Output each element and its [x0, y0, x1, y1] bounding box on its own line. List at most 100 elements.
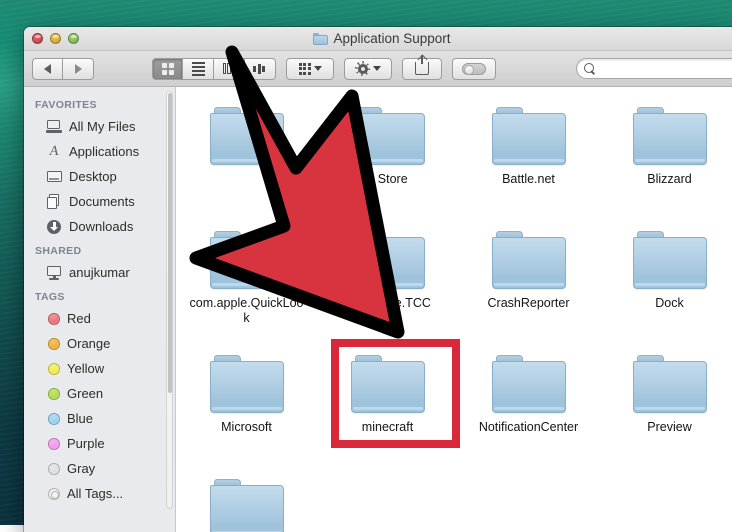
action-button[interactable] [344, 57, 392, 80]
folder-icon [209, 231, 284, 289]
sidebar-item-downloads[interactable]: Downloads [24, 214, 175, 239]
sidebar-section-header: FAVORITES [35, 99, 97, 111]
tag-dot-blue [48, 412, 60, 425]
sidebar-item-anujkumar[interactable]: anujkumar [24, 260, 175, 285]
chevron-down-icon [313, 66, 322, 71]
folder-icon [350, 107, 425, 165]
file-name-label: Blizzard [647, 172, 692, 186]
file-grid-area[interactable]: p Store Battle.net Blizzard com.apple.Quick… [176, 87, 732, 532]
sidebar-item-applications[interactable]: A Applications [24, 139, 175, 164]
sidebar-item-purple[interactable]: Purple [24, 431, 175, 456]
search-input[interactable] [600, 62, 730, 75]
file-item-com-apple-tcc[interactable]: com.apple.TCC [317, 225, 458, 349]
view-mode-buttons [152, 57, 276, 80]
sidebar-item-label: Blue [67, 411, 94, 426]
folder-icon [209, 479, 284, 532]
tag-dot-yellow [48, 362, 60, 375]
coverflow-icon [253, 63, 267, 74]
search-container [576, 58, 732, 79]
sidebar-item-documents[interactable]: Documents [24, 189, 175, 214]
folder-icon [491, 231, 566, 289]
file-item [458, 473, 599, 532]
all-tags-icon [48, 487, 60, 500]
file-item-dock[interactable]: Dock [599, 225, 732, 349]
tag-dot-gray [48, 462, 60, 475]
window-titlebar[interactable]: Application Support [24, 27, 732, 51]
tag-dot-orange [48, 337, 60, 350]
file-item-com-apple-quicklook[interactable]: com.apple.QuickLook [176, 225, 317, 349]
sidebar-item-label: Desktop [69, 169, 117, 184]
file-name-label: Microsoft [221, 420, 272, 434]
sidebar-scrollbar[interactable] [166, 91, 173, 509]
window-body: FAVORITES All My Files A Applications Deskto… [24, 87, 732, 532]
file-item-notificationcenter[interactable]: NotificationCenter [458, 349, 599, 473]
columns-icon [222, 63, 236, 74]
chevron-right-icon [74, 63, 82, 74]
sidebar-item-green[interactable]: Green [24, 381, 175, 406]
arrange-icon [298, 62, 311, 75]
sidebar-item-all-my-files[interactable]: All My Files [24, 114, 175, 139]
share-button[interactable] [402, 55, 442, 80]
sidebar-section-header: SHARED [35, 245, 82, 257]
tag-dot-red [48, 312, 60, 325]
sidebar-item-desktop[interactable]: Desktop [24, 164, 175, 189]
finder-window: Application Support FAVORITES All My Fil… [24, 27, 732, 532]
sidebar-section-header: TAGS [35, 291, 65, 303]
shared-computer-icon [46, 265, 62, 280]
search-field[interactable] [576, 58, 732, 79]
file-name-label: Preview [647, 420, 692, 434]
coverflow-view-button[interactable] [245, 57, 276, 80]
sidebar-item-yellow[interactable]: Yellow [24, 356, 175, 381]
sidebar-item-label: Gray [67, 461, 96, 476]
folder-icon [491, 355, 566, 413]
sidebar-item-label: All Tags... [67, 486, 124, 501]
icon-view-button[interactable] [152, 57, 183, 80]
file-item-preview[interactable]: Preview [599, 349, 732, 473]
sidebar-item-label: All My Files [69, 119, 136, 134]
sidebar-scrollbar-thumb[interactable] [168, 93, 172, 393]
sidebar-item-label: Yellow [67, 361, 105, 376]
file-item[interactable] [176, 473, 317, 532]
sidebar-item-label: Green [67, 386, 104, 401]
back-button[interactable] [32, 57, 63, 80]
maximize-button[interactable] [68, 33, 79, 44]
close-button[interactable] [32, 33, 43, 44]
file-item-minecraft[interactable]: minecraft [317, 349, 458, 473]
column-view-button[interactable] [214, 57, 245, 80]
file-item-p-store[interactable]: p Store [317, 101, 458, 225]
sidebar-item-label: Downloads [69, 219, 134, 234]
edit-tags-button[interactable] [452, 57, 496, 80]
finder-sidebar: FAVORITES All My Files A Applications Deskto… [24, 87, 176, 532]
sidebar-item-label: Applications [69, 144, 140, 159]
sidebar-item-blue[interactable]: Blue [24, 406, 175, 431]
tag-toggle-icon [462, 62, 486, 75]
file-item-battle-net[interactable]: Battle.net [458, 101, 599, 225]
sidebar-item-gray[interactable]: Gray [24, 456, 175, 481]
file-item-microsoft[interactable]: Microsoft [176, 349, 317, 473]
forward-button[interactable] [63, 57, 94, 80]
sidebar-item-label: Red [67, 311, 91, 326]
arrange-button[interactable] [286, 57, 334, 80]
folder-icon [632, 231, 707, 289]
window-controls [32, 33, 79, 44]
list-view-button[interactable] [183, 57, 214, 80]
file-item-crashreporter[interactable]: CrashReporter [458, 225, 599, 349]
sidebar-item-red[interactable]: Red [24, 306, 175, 331]
minimize-button[interactable] [50, 33, 61, 44]
chevron-left-icon [44, 63, 51, 74]
window-title-group: Application Support [24, 31, 732, 46]
file-name-label: Dock [655, 296, 684, 310]
desktop-icon [46, 169, 62, 184]
file-name-label: Battle.net [502, 172, 555, 186]
folder-icon [313, 32, 329, 45]
applications-icon: A [48, 143, 60, 159]
sidebar-item-all-tags[interactable]: All Tags... [24, 481, 175, 506]
list-icon [191, 61, 205, 76]
all-my-files-icon [46, 119, 62, 134]
tag-dot-green [48, 387, 60, 400]
file-item[interactable] [176, 101, 317, 225]
sidebar-item-orange[interactable]: Orange [24, 331, 175, 356]
file-item [599, 473, 732, 532]
tag-dot-purple [48, 437, 60, 450]
file-item-blizzard[interactable]: Blizzard [599, 101, 732, 225]
